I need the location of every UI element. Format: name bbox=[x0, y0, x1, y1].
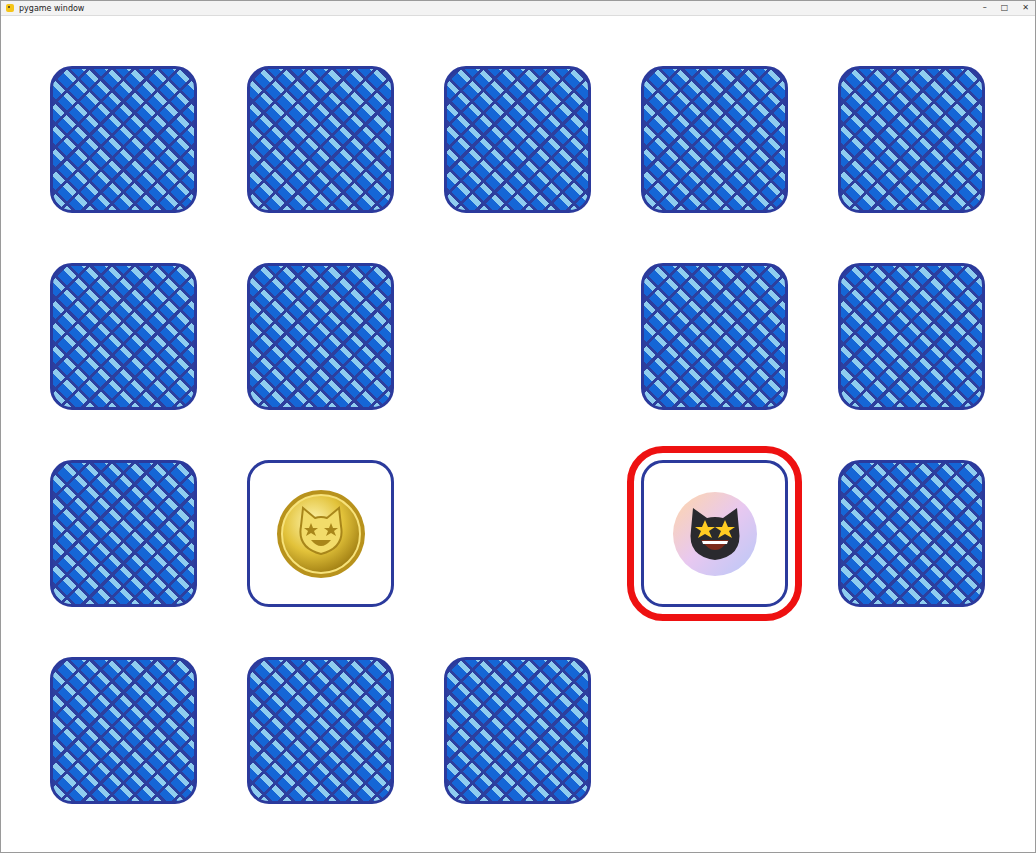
game-window: pygame window – □ ✕ bbox=[0, 0, 1036, 853]
card-back[interactable] bbox=[838, 460, 985, 607]
card-back[interactable] bbox=[641, 66, 788, 213]
window-control[interactable]: ✕ bbox=[1022, 4, 1029, 12]
empty-slot bbox=[444, 263, 591, 410]
card-back[interactable] bbox=[838, 66, 985, 213]
card-back[interactable] bbox=[50, 657, 197, 804]
card-back[interactable] bbox=[838, 263, 985, 410]
card-back[interactable] bbox=[50, 263, 197, 410]
card-back[interactable] bbox=[247, 263, 394, 410]
card-back[interactable] bbox=[50, 460, 197, 607]
empty-slot bbox=[838, 657, 985, 804]
empty-slot bbox=[641, 657, 788, 804]
window-control[interactable]: – bbox=[983, 4, 987, 12]
card-grid bbox=[1, 16, 1035, 804]
window-control[interactable]: □ bbox=[1001, 4, 1009, 12]
pygame-icon bbox=[5, 3, 15, 13]
card-back[interactable] bbox=[444, 657, 591, 804]
gold-cat-coin-icon bbox=[275, 488, 367, 580]
window-title: pygame window bbox=[19, 4, 84, 13]
star-eyed-cat-icon bbox=[671, 490, 759, 578]
card-face[interactable] bbox=[641, 460, 788, 607]
title-bar: pygame window – □ ✕ bbox=[1, 1, 1035, 16]
card-back[interactable] bbox=[247, 657, 394, 804]
card-back[interactable] bbox=[50, 66, 197, 213]
card-back[interactable] bbox=[641, 263, 788, 410]
card-back[interactable] bbox=[444, 66, 591, 213]
empty-slot bbox=[444, 460, 591, 607]
card-face[interactable] bbox=[247, 460, 394, 607]
card-back[interactable] bbox=[247, 66, 394, 213]
